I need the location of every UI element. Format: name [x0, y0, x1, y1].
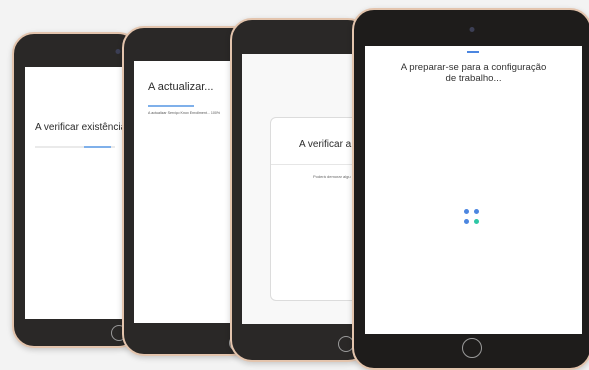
- tablets-stage: A verificar existência de at A actualiza…: [0, 0, 589, 370]
- tablet-checking-card: A verificar a Poderá demorar algu: [230, 18, 372, 362]
- progress-indicator: [467, 51, 479, 53]
- camera-icon: [469, 27, 475, 32]
- home-button-icon[interactable]: [462, 338, 482, 358]
- card-subtitle: Poderá demorar algu: [313, 174, 351, 179]
- progress-bar: [35, 146, 115, 148]
- preparing-title-line2: de trabalho...: [445, 73, 502, 84]
- updating-subtitle: A actualizar Serviço Knox Enrollment... …: [148, 111, 221, 115]
- preparing-title: A preparar-se para a configuração de tra…: [365, 62, 582, 84]
- tablet-checking: A verificar existência de at: [12, 32, 140, 348]
- updating-title: A actualizar...: [148, 81, 214, 93]
- screen-preparing: A preparar-se para a configuração de tra…: [365, 46, 582, 334]
- preparing-title-line1: A preparar-se para a configuração: [400, 62, 547, 73]
- card-title: A verificar a: [299, 139, 352, 150]
- progress-bar: [148, 105, 194, 107]
- camera-icon: [115, 49, 121, 54]
- tablet-preparing: A preparar-se para a configuração de tra…: [352, 8, 589, 370]
